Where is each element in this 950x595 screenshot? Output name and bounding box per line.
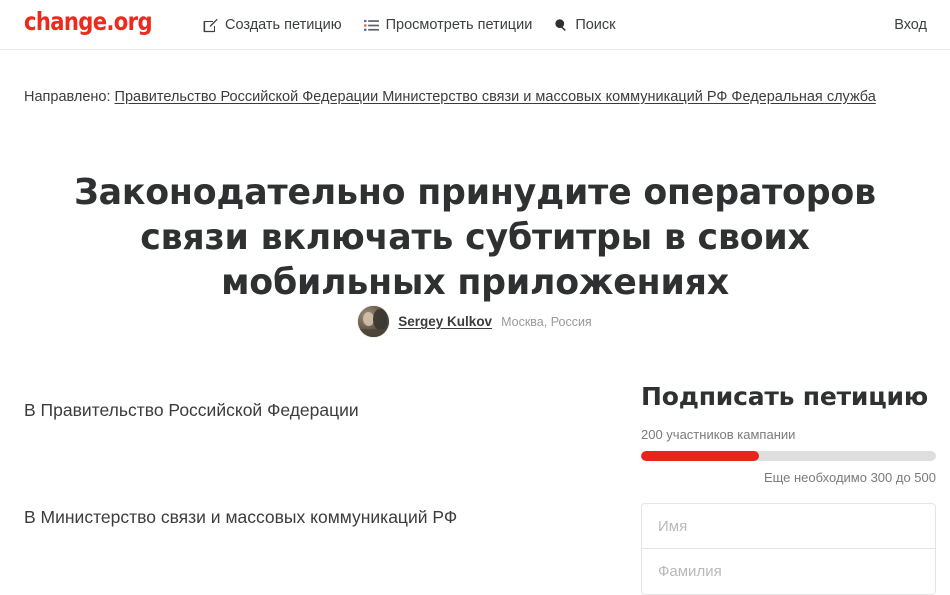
petition-byline: Sergey Kulkov Москва, Россия: [0, 306, 950, 337]
goal-remaining-text: Еще необходимо 300 до 500: [763, 470, 936, 485]
nav-label-create-petition: Создать петицию: [225, 17, 342, 33]
pencil-square-icon: [203, 18, 218, 33]
avatar: [358, 306, 390, 337]
sign-form: [641, 503, 936, 595]
petition-target-link[interactable]: Правительство Российской Федерации Минис…: [115, 89, 876, 105]
author-name-link[interactable]: Sergey Kulkov: [398, 314, 492, 329]
site-logo[interactable]: change.org: [24, 7, 153, 37]
author-location: Москва, Россия: [501, 314, 592, 329]
nav-label-browse-petitions: Просмотреть петиции: [385, 17, 533, 33]
progress-bar-fill: [641, 451, 759, 461]
nav-item-search[interactable]: Поиск: [554, 16, 616, 34]
last-name-input[interactable]: [656, 562, 921, 581]
sign-panel-title: Подписать петицию: [641, 382, 928, 411]
nav-item-create-petition[interactable]: Создать петицию: [203, 16, 342, 34]
progress-bar: [641, 451, 936, 461]
first-name-field[interactable]: [642, 504, 935, 549]
petition-body: В Правительство Российской Федерации В М…: [24, 372, 604, 530]
page-title: Законодательно принудите операторов связ…: [74, 172, 876, 304]
nav-item-browse-petitions[interactable]: Просмотреть петиции: [363, 16, 533, 34]
list-icon: [363, 19, 379, 32]
supporters-count: 200 участников кампании: [641, 427, 796, 442]
body-paragraph-2: В Министерство связи и массовых коммуник…: [24, 507, 458, 527]
first-name-input[interactable]: [656, 516, 921, 536]
login-link[interactable]: Вход: [894, 0, 927, 50]
search-icon: [554, 18, 568, 32]
petition-target: Направлено: Правительство Российской Фед…: [24, 87, 876, 107]
nav-label-search: Поиск: [575, 17, 616, 33]
body-paragraph-1: В Правительство Российской Федерации: [24, 400, 359, 420]
site-header: change.org Создать петицию Просмотреть п…: [0, 0, 950, 50]
sign-petition-panel: Подписать петицию 200 участников кампани…: [641, 381, 936, 595]
main-nav: Создать петицию Просмотреть петиции Поис…: [203, 0, 616, 50]
last-name-field[interactable]: [642, 549, 935, 594]
petition-target-label: Направлено:: [24, 89, 111, 105]
